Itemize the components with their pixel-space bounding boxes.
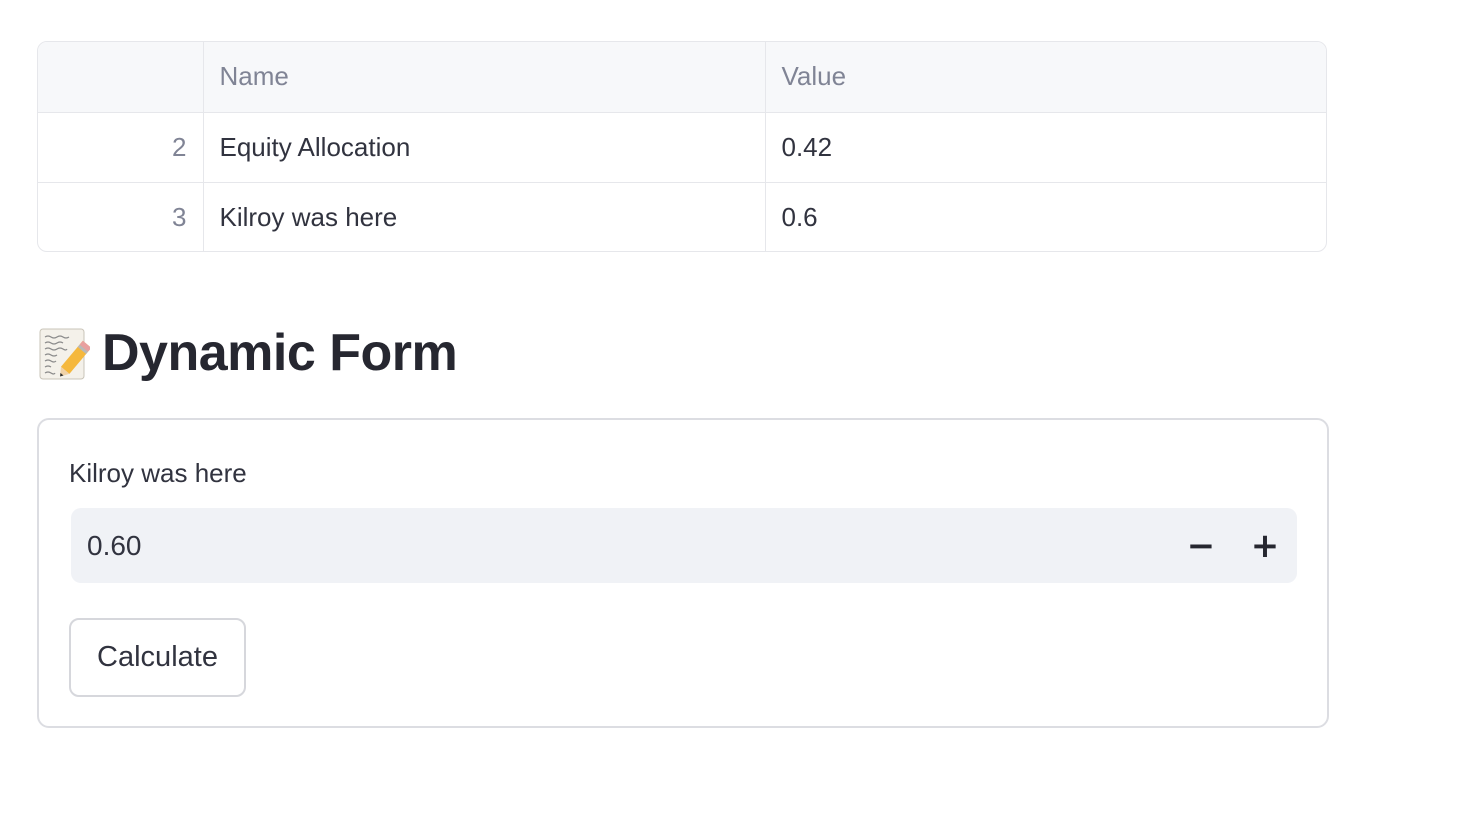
value-cell[interactable]: 0.42	[765, 112, 1326, 183]
form-heading: Dynamic Form	[38, 318, 458, 388]
table-row: 2 Equity Allocation 0.42	[38, 112, 1326, 183]
field-label: Kilroy was here	[69, 458, 247, 488]
data-table: Name Value 2 Equity Allocation 0.42 3 Ki…	[37, 41, 1327, 252]
increment-button[interactable]: +	[1233, 508, 1297, 583]
name-cell[interactable]: Kilroy was here	[203, 182, 766, 251]
name-column-header[interactable]: Name	[203, 42, 766, 113]
index-column-header[interactable]	[38, 42, 204, 113]
row-index: 2	[38, 112, 204, 183]
number-input: − +	[71, 508, 1297, 583]
name-cell[interactable]: Equity Allocation	[203, 112, 766, 183]
data-grid: Name Value 2 Equity Allocation 0.42 3 Ki…	[38, 42, 1326, 251]
decrement-button[interactable]: −	[1169, 508, 1233, 583]
row-index: 3	[38, 182, 204, 251]
memo-icon	[38, 325, 92, 381]
page-title: Dynamic Form	[102, 324, 458, 382]
calculate-button[interactable]: Calculate	[69, 618, 246, 697]
table-header-row: Name Value	[38, 42, 1326, 113]
table-row: 3 Kilroy was here 0.6	[38, 182, 1326, 251]
value-cell[interactable]: 0.6	[765, 182, 1326, 251]
number-input-field[interactable]	[87, 508, 1137, 583]
dynamic-form: Kilroy was here − + Calculate	[37, 418, 1329, 728]
value-column-header[interactable]: Value	[765, 42, 1326, 113]
